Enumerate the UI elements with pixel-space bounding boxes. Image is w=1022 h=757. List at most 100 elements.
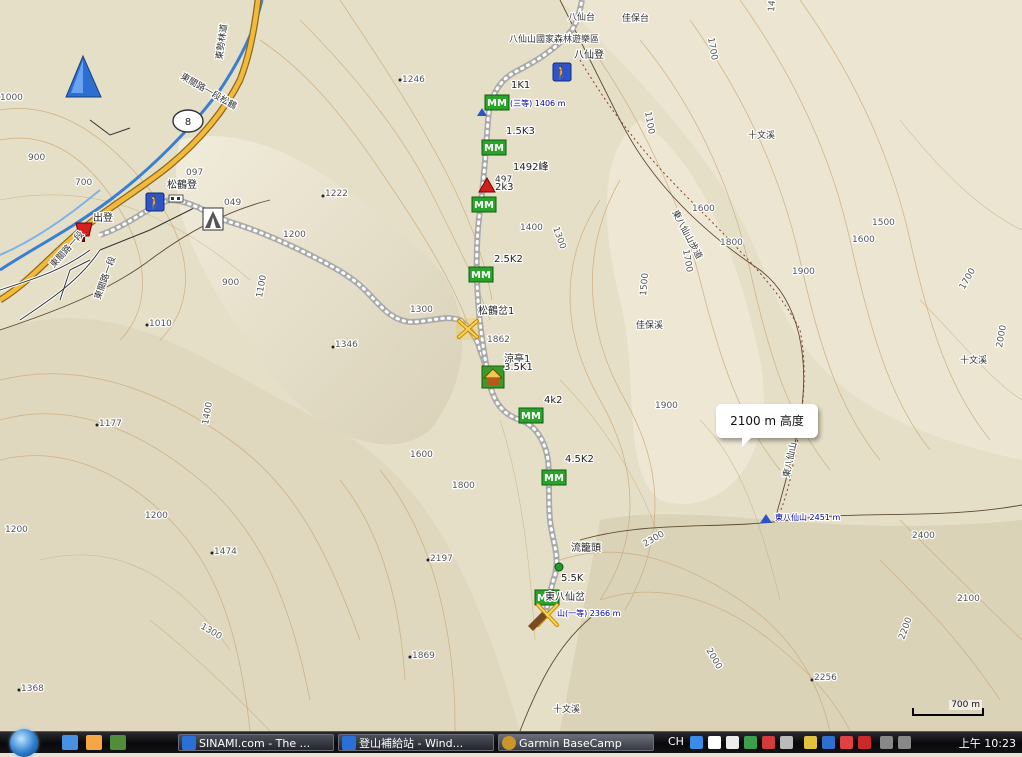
elev-label: 1474: [214, 547, 237, 557]
task-label: Garmin BaseCamp: [519, 737, 622, 750]
elev-label: 1000: [0, 93, 23, 103]
mm-mile-marker-icon[interactable]: MM: [481, 139, 507, 156]
label-forest-area: 八仙山國家森林遊樂區: [509, 33, 599, 45]
task-button-supply[interactable]: 登山補給站 - Wind...: [338, 734, 494, 751]
campsite-icon[interactable]: [202, 207, 224, 231]
input-method-icon[interactable]: [690, 736, 703, 749]
elev-label: 1177: [99, 419, 122, 429]
mm-mile-marker-icon[interactable]: MM: [484, 94, 510, 111]
label-east-peak-2451: 東八仙山 2451 m: [775, 512, 840, 522]
scale-bar-line: [912, 708, 984, 716]
route-shield-icon: 8: [172, 109, 204, 133]
elev-label: 1800: [720, 238, 743, 248]
elev-label: 049: [224, 198, 241, 208]
task-button-sinami[interactable]: SINAMI.com - The ...: [178, 734, 334, 751]
ie-icon: [342, 736, 356, 750]
waypoint-dot-icon[interactable]: [554, 562, 564, 572]
svg-text:MM: MM: [471, 270, 491, 281]
elev-label: 1346: [335, 340, 358, 350]
label-1-5k3: 1.5K3: [506, 126, 535, 137]
show-desktop-icon[interactable]: [62, 735, 78, 750]
elev-label: 1010: [149, 319, 172, 329]
label-songhe-junction: 松鶴岔1: [478, 304, 514, 317]
label-1k1: 1K1: [511, 80, 530, 91]
elev-label: 1500: [639, 272, 651, 296]
windows-orb-icon: [10, 729, 38, 757]
label-4k2: 4k2: [544, 395, 563, 406]
svg-text:MM: MM: [487, 98, 507, 109]
elev-label: 1900: [792, 267, 815, 277]
svg-text:MM: MM: [544, 473, 564, 484]
svg-text:MM: MM: [521, 411, 541, 422]
elev-label: 900: [222, 278, 239, 288]
station-icon: [168, 194, 184, 203]
label-liulongtou: 流籠頭: [571, 541, 601, 554]
svg-text:🚶: 🚶: [147, 195, 163, 211]
elev-label: 1600: [852, 235, 875, 245]
label-dong-baxian-junction: 東八仙岔: [545, 590, 585, 603]
crossed-swords-icon[interactable]: [456, 318, 480, 340]
font-a-icon[interactable]: [708, 736, 721, 749]
elev-label: 2197: [430, 554, 453, 564]
hiker-icon[interactable]: 🚶: [145, 192, 165, 212]
hiker-icon[interactable]: 🚶: [552, 62, 572, 82]
label-2-5k2: 2.5K2: [494, 254, 523, 265]
label-1492-peak: 1492峰: [513, 161, 548, 173]
elev-label: 1600: [410, 450, 433, 460]
tray-app-icon[interactable]: [726, 736, 739, 749]
task-label: SINAMI.com - The ...: [199, 737, 311, 750]
mm-mile-marker-icon[interactable]: MM: [518, 407, 544, 424]
svg-text:MM: MM: [484, 143, 504, 154]
label-baxian-deng: 八仙登: [574, 48, 604, 61]
tray-app-icon[interactable]: [744, 736, 757, 749]
label-jiabao-tai: 佳保台: [622, 12, 649, 24]
label-5-5k: 5.5K: [561, 573, 584, 584]
topographic-map[interactable]: 8 🚶 🚶 MM MM MM MM MM MM MM 八仙台 佳保台 八仙山國家…: [0, 0, 1022, 731]
elev-label: 1200: [145, 511, 168, 521]
label-shiwen-2: 十文溪: [960, 354, 987, 366]
help-icon[interactable]: [762, 736, 775, 749]
taskbar: SINAMI.com - The ... 登山補給站 - Wind... Gar…: [0, 729, 1022, 757]
elev-label: 1200: [5, 525, 28, 535]
clock[interactable]: 上午 10:23: [959, 735, 1016, 751]
elev-label: 2100: [957, 594, 980, 604]
elev-label: 1222: [325, 189, 348, 199]
browser-icon: [182, 736, 196, 750]
tray-app-icon[interactable]: [780, 736, 793, 749]
label-songhe-deng: 松鶴登: [167, 178, 197, 191]
svg-text:🚶: 🚶: [554, 65, 570, 81]
elev-label: 1246: [402, 75, 425, 85]
power-icon[interactable]: [898, 736, 911, 749]
scale-bar: 700 m: [912, 700, 984, 716]
system-tray: CH 上午 10:23: [660, 732, 1022, 753]
elev-label: 1862: [487, 335, 510, 345]
volume-icon[interactable]: [880, 736, 893, 749]
antivirus-icon[interactable]: [840, 736, 853, 749]
elev-label: 1300: [410, 305, 433, 315]
elev-label: 700: [75, 178, 92, 188]
tray-app-icon[interactable]: [858, 736, 871, 749]
elev-label: 1200: [283, 230, 306, 240]
quicklaunch-icon[interactable]: [110, 735, 126, 750]
task-label: 登山補給站 - Wind...: [359, 737, 464, 750]
label-chudeng: 出登: [93, 211, 113, 224]
language-indicator[interactable]: CH: [668, 735, 684, 748]
network-icon[interactable]: [822, 736, 835, 749]
mm-mile-marker-icon[interactable]: MM: [471, 196, 497, 213]
elev-label: 1900: [655, 401, 678, 411]
label-2k3: 2k3: [495, 182, 514, 193]
label-shiwen-bottom: 十文溪: [553, 703, 580, 715]
task-button-basecamp[interactable]: Garmin BaseCamp: [498, 734, 654, 751]
shelter-icon[interactable]: [481, 365, 505, 389]
elevation-callout[interactable]: 2100 m 高度: [716, 404, 818, 447]
tray-app-icon[interactable]: [804, 736, 817, 749]
mm-mile-marker-icon[interactable]: MM: [541, 469, 567, 486]
svg-text:MM: MM: [474, 200, 494, 211]
elev-label: 1500: [872, 218, 895, 228]
label-4-5k2: 4.5K2: [565, 454, 594, 465]
elev-label: 2256: [814, 673, 837, 683]
elev-label: 2400: [912, 531, 935, 541]
mm-mile-marker-icon[interactable]: MM: [468, 266, 494, 283]
media-player-icon[interactable]: [86, 735, 102, 750]
elev-label: 900: [28, 153, 45, 163]
